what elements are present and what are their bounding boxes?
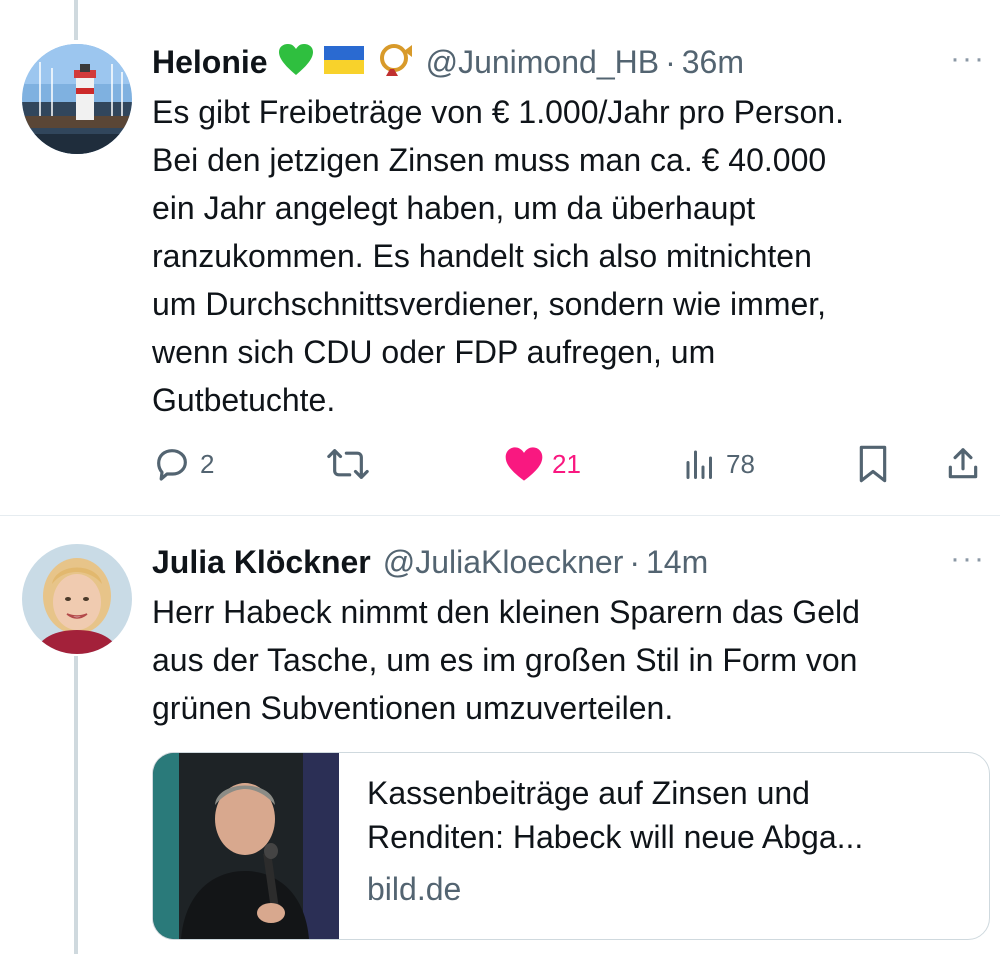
tweet-text-line: grünen Subventionen umzuverteilen.: [152, 690, 674, 726]
user-handle[interactable]: @JuliaKloeckner: [383, 544, 624, 581]
tweet-text-line: Herr Habeck nimmt den kleinen Sparern da…: [152, 594, 860, 630]
avatar-julia-kloeckner[interactable]: [22, 544, 132, 654]
display-name[interactable]: Helonie: [152, 44, 268, 81]
link-preview-title-line: Renditen: Habeck will neue Abga...: [367, 819, 864, 855]
separator-dot: ·: [665, 43, 676, 80]
more-options-icon[interactable]: ···: [950, 42, 986, 76]
display-name[interactable]: Julia Klöckner: [152, 544, 371, 581]
retweet-icon: [327, 449, 369, 479]
like-count: 21: [552, 448, 581, 479]
share-icon: [948, 448, 978, 479]
like-button[interactable]: 21: [504, 441, 581, 487]
postal-horn-icon: [374, 43, 414, 82]
views-count: 78: [726, 448, 755, 479]
tweet-text-line: wenn sich CDU oder FDP aufregen, um: [152, 334, 716, 370]
reply-icon: [157, 449, 187, 481]
link-preview-card[interactable]: Kassenbeiträge auf Zinsen und Renditen: …: [152, 752, 990, 940]
heart-filled-icon: [505, 447, 543, 481]
reply-count: 2: [200, 448, 215, 479]
share-button[interactable]: [944, 441, 982, 487]
timestamp[interactable]: 14m: [646, 544, 708, 581]
tweet-text-line: Es gibt Freibeträge von € 1.000/Jahr pro…: [152, 94, 844, 130]
tweet-text: Es gibt Freibeträge von € 1.000/Jahr pro…: [152, 88, 982, 424]
tweet-actions: 2 21 78: [152, 441, 992, 487]
tweet-text-line: Bei den jetzigen Zinsen muss man ca. € 4…: [152, 142, 827, 178]
lighthouse-harbor-image: [22, 44, 132, 154]
avatar-helonie[interactable]: [22, 44, 132, 154]
tweet-header: Helonie @Junimond_HB · 36m: [152, 42, 980, 82]
ukraine-flag-icon: [323, 45, 364, 79]
tweet-text: Herr Habeck nimmt den kleinen Sparern da…: [152, 588, 982, 732]
link-preview-image: [153, 753, 339, 939]
views-button[interactable]: 78: [682, 441, 755, 487]
tweet-helonie[interactable]: Helonie @Junimond_HB · 36m ··· Es gibt F…: [0, 0, 1000, 515]
more-options-icon[interactable]: ···: [950, 542, 986, 576]
tweet-text-line: ein Jahr angelegt haben, um da überhaupt: [152, 190, 756, 226]
bookmark-icon: [859, 445, 887, 483]
tweet-header: Julia Klöckner @JuliaKloeckner · 14m: [152, 542, 980, 582]
tweet-text-line: um Durchschnittsverdiener, sondern wie i…: [152, 286, 827, 322]
portrait-image: [22, 544, 132, 654]
timestamp[interactable]: 36m: [682, 44, 744, 81]
green-heart-icon: [278, 43, 314, 82]
bookmark-button[interactable]: [856, 441, 890, 487]
reply-button[interactable]: 2: [152, 441, 214, 487]
user-handle[interactable]: @Junimond_HB: [426, 44, 659, 81]
separator-dot: ·: [629, 543, 640, 580]
link-preview-title[interactable]: Kassenbeiträge auf Zinsen und Renditen: …: [367, 771, 977, 859]
link-preview-title-line: Kassenbeiträge auf Zinsen und: [367, 775, 810, 811]
link-preview-domain: bild.de: [367, 871, 462, 907]
tweet-text-line: ranzukommen. Es handelt sich also mitnic…: [152, 238, 812, 274]
tweet-text-line: aus der Tasche, um es im großen Stil in …: [152, 642, 858, 678]
tweet-text-line: Gutbetuchte.: [152, 382, 336, 418]
views-bar-chart-icon: [686, 450, 712, 479]
retweet-button[interactable]: [326, 441, 370, 487]
